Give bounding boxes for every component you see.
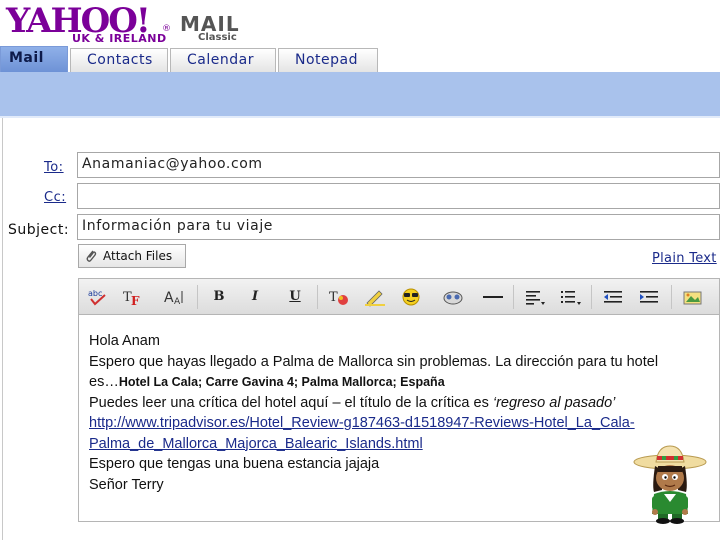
svg-text:F: F <box>131 294 140 307</box>
toolbar-divider <box>513 285 514 309</box>
align-icon[interactable] <box>523 287 547 307</box>
body-text: Puedes leer <box>89 394 171 411</box>
toolbar-divider <box>671 285 672 309</box>
svg-text:A: A <box>174 297 181 307</box>
body-line: Puedes leer una crítica del hotel aquí –… <box>89 393 709 414</box>
outdent-icon[interactable] <box>601 287 625 307</box>
to-label[interactable]: To: <box>44 160 64 175</box>
message-body[interactable]: Hola Anam Espero que hayas llegado a Pal… <box>78 314 720 522</box>
horizontal-rule-icon[interactable] <box>481 287 505 307</box>
attach-files-button[interactable]: Attach Files <box>78 244 186 268</box>
cc-field[interactable] <box>77 183 720 209</box>
logo-region: UK & IRELAND <box>72 32 167 45</box>
bold-icon[interactable]: B <box>207 287 231 307</box>
avatar-mariachi-icon <box>632 442 708 524</box>
subject-label: Subject: <box>8 222 70 238</box>
body-line: Espero que hayas llegado a Palma de Mall… <box>89 353 659 370</box>
hotel-address: Hotel La Cala; Carre Gavina 4; Palma Mal… <box>118 375 445 389</box>
text-color-icon[interactable]: T <box>327 287 351 307</box>
body-line: es…Hotel La Cala; Carre Gavina 4; Palma … <box>89 372 709 393</box>
cc-label[interactable]: Cc: <box>44 190 66 205</box>
insert-image-icon[interactable] <box>681 287 705 307</box>
tab-contacts[interactable]: Contacts <box>70 48 168 72</box>
attach-files-label: Attach Files <box>103 249 173 263</box>
subject-field[interactable]: Información para tu viaje <box>77 214 720 240</box>
body-text: es… <box>89 374 119 390</box>
body-greeting: Hola Anam <box>89 333 160 349</box>
body-text: una crítica <box>170 394 238 411</box>
emoticon-icon[interactable] <box>399 287 423 307</box>
spellcheck-icon[interactable]: abc <box>87 287 111 307</box>
toolbar-divider <box>317 285 318 309</box>
toolbar-divider <box>197 285 198 309</box>
font-icon[interactable]: TF <box>121 287 145 308</box>
toolbar-divider <box>591 285 592 309</box>
list-icon[interactable] <box>559 287 583 307</box>
svg-text:A: A <box>164 290 174 306</box>
indent-icon[interactable] <box>637 287 661 307</box>
underline-icon[interactable]: U <box>283 287 307 307</box>
italic-icon[interactable]: I <box>243 287 267 307</box>
review-link[interactable]: http://www.tripadvisor.es/Hotel_Review-g… <box>89 413 709 434</box>
tab-calendar[interactable]: Calendar <box>170 48 276 72</box>
header: YAHOO! ® UK & IRELAND MAIL Classic <box>0 0 720 46</box>
review-title: ‘regreso al pasado’ <box>492 394 616 411</box>
formatting-toolbar: abc TF AA B I U T <box>78 278 720 314</box>
stationery-icon[interactable] <box>441 287 465 307</box>
paperclip-icon <box>85 248 97 271</box>
font-size-icon[interactable]: AA <box>163 287 187 307</box>
mail-edition: Classic <box>198 32 237 43</box>
svg-text:T: T <box>329 290 338 305</box>
tab-bar: Mail Contacts Calendar Notepad <box>0 46 720 72</box>
to-field[interactable]: Anamaniac@yahoo.com <box>77 152 720 178</box>
body-line: Espero que tengas una buena estancia jaj… <box>89 456 380 472</box>
body-signature: Señor Terry <box>89 476 164 493</box>
tab-mail[interactable]: Mail <box>0 46 68 72</box>
svg-text:abc: abc <box>88 289 102 298</box>
review-link[interactable]: Palma_de_Mallorca_Majorca_Balearic_Islan… <box>89 434 709 455</box>
highlight-icon[interactable] <box>363 287 387 307</box>
tab-notepad[interactable]: Notepad <box>278 48 378 72</box>
action-band <box>0 72 720 116</box>
body-text: del hotel aquí – el título de la crítica… <box>237 394 493 411</box>
plain-text-link[interactable]: Plain Text <box>652 251 717 266</box>
